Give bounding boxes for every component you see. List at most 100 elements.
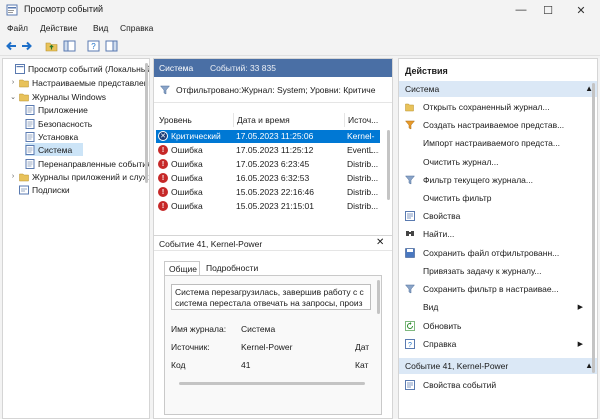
folder-icon (19, 93, 29, 101)
tree-item-app-service-logs[interactable]: › Журналы приложений и служб (9, 170, 149, 183)
tab-general[interactable]: Общие (164, 261, 200, 275)
error-icon: ! (158, 173, 168, 183)
event-message[interactable]: Система перезагрузилась, завершив работу… (171, 284, 371, 310)
log-panel: Система Событий: 33 835 Отфильтровано:Жу… (153, 58, 393, 419)
table-row[interactable]: ! Ошибка 17.05.2023 6:23:45 Distrib... (156, 158, 380, 171)
detail-scrollbar[interactable] (377, 280, 380, 314)
help-icon: ? (405, 338, 415, 349)
close-button[interactable]: ✕ (566, 0, 596, 20)
menu-file[interactable]: Файл (7, 23, 28, 33)
tree-item-root[interactable]: Просмотр событий (Локальный) (5, 62, 149, 75)
events-grid-header: Уровень Дата и время Источ... (154, 113, 392, 127)
action-save-filtered[interactable]: Сохранить файл отфильтрованн... (399, 245, 597, 260)
menu-help[interactable]: Справка (120, 23, 153, 33)
field-log-name-label: Имя журнала: (171, 324, 227, 334)
error-icon: ! (158, 145, 168, 155)
column-datetime[interactable]: Дата и время (234, 113, 345, 127)
title-bar: Просмотр событий — ☐ ✕ (0, 0, 600, 20)
error-icon: ! (158, 201, 168, 211)
menu-action[interactable]: Действие (40, 23, 77, 33)
minimize-button[interactable]: — (506, 0, 536, 20)
filter-icon (405, 175, 415, 185)
table-row[interactable]: ! Ошибка 15.05.2023 21:15:01 Distrib... (156, 200, 380, 213)
tab-details[interactable]: Подробности (202, 261, 262, 275)
log-icon (25, 158, 35, 169)
menu-view[interactable]: Вид (93, 23, 108, 33)
menu-bar: Файл Действие Вид Справка (0, 20, 600, 36)
save-icon (405, 247, 415, 258)
grid-scrollbar[interactable] (387, 130, 390, 200)
log-icon (25, 104, 35, 115)
filter-bar: Отфильтровано:Журнал: System; Уровни: Кр… (154, 77, 392, 103)
back-icon[interactable] (4, 39, 18, 53)
chevron-right-icon[interactable]: › (9, 79, 17, 86)
tree-item-system[interactable]: Система (25, 143, 83, 156)
tree-item-custom-views[interactable]: › Настраиваемые представления (9, 76, 149, 89)
action-open-saved-log[interactable]: Открыть сохраненный журнал... (399, 99, 597, 114)
field-source-label: Источник: (171, 342, 210, 352)
console-tree-icon[interactable] (62, 39, 76, 53)
field-date-label: Дат (355, 342, 370, 352)
submenu-arrow-icon: ▶ (577, 303, 583, 311)
column-level[interactable]: Уровень (156, 113, 234, 127)
show-action-pane-icon[interactable] (104, 39, 118, 53)
event-viewer-icon (15, 63, 25, 74)
svg-text:?: ? (408, 342, 412, 349)
log-header: Система Событий: 33 835 (154, 59, 392, 77)
column-source[interactable]: Источ... (345, 113, 380, 127)
actions-section-event[interactable]: Событие 41, Kernel-Power ▲ (399, 358, 597, 374)
up-folder-icon[interactable] (44, 39, 58, 53)
chevron-right-icon[interactable]: › (9, 173, 17, 180)
event-detail-header: Событие 41, Kernel-Power ✕ (154, 235, 392, 251)
tree-item-setup[interactable]: Установка (25, 130, 78, 143)
action-import-custom-view[interactable]: Импорт настраиваемого предста... (399, 135, 597, 150)
field-source-value: Kernel-Power (241, 342, 293, 352)
close-icon[interactable]: ✕ (376, 237, 384, 248)
action-attach-task[interactable]: Привязать задачу к журналу... (399, 263, 597, 278)
action-view[interactable]: Вид ▶ (399, 299, 597, 314)
critical-icon: ✕ (158, 131, 168, 141)
table-row[interactable]: ! Ошибка 17.05.2023 11:25:12 EventL... (156, 144, 380, 157)
field-log-name-value: Система (241, 324, 276, 334)
help-book-icon[interactable]: ? (86, 39, 100, 53)
error-icon: ! (158, 187, 168, 197)
tree-item-subscriptions[interactable]: Подписки (9, 183, 70, 196)
maximize-button[interactable]: ☐ (533, 0, 563, 20)
open-log-icon (405, 102, 415, 112)
refresh-icon (405, 320, 415, 331)
tree-item-application[interactable]: Приложение (25, 103, 88, 116)
toolbar: ? (0, 36, 600, 56)
action-save-filter-custom[interactable]: Сохранить фильтр в настраивае... (399, 281, 597, 296)
field-code-label: Код (171, 360, 186, 370)
action-help[interactable]: ? Справка ▶ (399, 336, 597, 351)
table-row[interactable]: ✕ Критический 17.05.2023 11:25:06 Kernel- (156, 130, 380, 143)
tree-scrollbar[interactable] (145, 63, 148, 183)
tree-item-security[interactable]: Безопасность (25, 117, 92, 130)
action-create-custom-view[interactable]: Создать настраиваемое представ... (399, 117, 597, 132)
action-filter-current-log[interactable]: Фильтр текущего журнала... (399, 172, 597, 187)
folder-icon (19, 173, 29, 181)
action-event-properties[interactable]: Свойства событий (399, 377, 597, 392)
chevron-down-icon[interactable]: ⌄ (9, 93, 17, 101)
actions-pane: Действия Система ▲ Открыть сохраненный ж… (398, 58, 598, 419)
error-icon: ! (158, 159, 168, 169)
detail-hscrollbar[interactable] (179, 382, 365, 385)
action-refresh[interactable]: Обновить (399, 318, 597, 333)
tree-item-windows-logs[interactable]: ⌄ Журналы Windows (9, 90, 106, 103)
table-row[interactable]: ! Ошибка 15.05.2023 22:16:46 Distrib... (156, 186, 380, 199)
action-clear-filter[interactable]: Очистить фильтр (399, 190, 597, 205)
action-find[interactable]: Найти... (399, 226, 597, 241)
event-viewer-icon (6, 4, 18, 16)
action-clear-log[interactable]: Очистить журнал... (399, 154, 597, 169)
actions-section-system[interactable]: Система ▲ (399, 81, 597, 97)
log-icon (25, 131, 35, 142)
tree-item-forwarded-events[interactable]: Перенаправленные события (25, 157, 149, 170)
actions-scrollbar[interactable] (592, 83, 595, 373)
table-row[interactable]: ! Ошибка 16.05.2023 6:32:53 Distrib... (156, 172, 380, 185)
events-grid: ✕ Критический 17.05.2023 11:25:06 Kernel-… (154, 128, 392, 223)
field-code-value: 41 (241, 360, 251, 370)
properties-icon (405, 379, 415, 390)
forward-icon[interactable] (20, 39, 34, 53)
action-properties[interactable]: Свойства (399, 208, 597, 223)
filter-icon (160, 85, 170, 95)
